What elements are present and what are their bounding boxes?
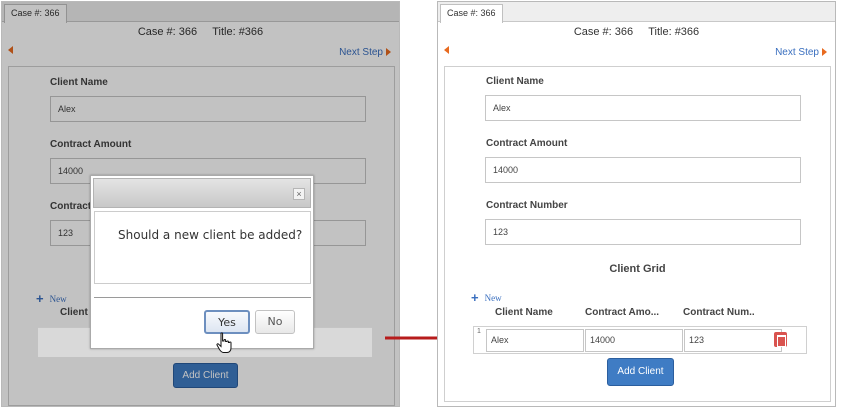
next-arrow-icon bbox=[822, 48, 827, 56]
confirm-dialog: × Should a new client be added? Yes No bbox=[90, 175, 314, 349]
client-name-input[interactable]: Alex bbox=[485, 95, 801, 121]
next-step-link[interactable]: Next Step bbox=[775, 47, 827, 58]
no-button[interactable]: No bbox=[255, 310, 295, 334]
case-title: Title: #366 bbox=[648, 26, 700, 38]
dialog-divider bbox=[94, 297, 311, 298]
yes-button[interactable]: Yes bbox=[204, 310, 250, 334]
client-name-label: Client Name bbox=[486, 76, 544, 87]
dialog-message: Should a new client be added? bbox=[94, 211, 311, 284]
case-number: Case #: 366 bbox=[573, 26, 634, 38]
delete-row-icon[interactable] bbox=[774, 332, 787, 347]
table-row[interactable]: 1 Alex 14000 123 bbox=[473, 326, 807, 354]
tab-case[interactable]: Case #: 366 bbox=[440, 4, 503, 23]
tab-bar: Case #: 366 bbox=[438, 2, 835, 23]
new-row-link[interactable]: + New bbox=[471, 290, 502, 305]
after-panel: Case #: 366 Case #: 366 Title: #366 Next… bbox=[437, 1, 836, 407]
row-number: 1 bbox=[477, 328, 481, 335]
previous-step-icon[interactable] bbox=[444, 46, 449, 54]
grid-column-contract-amount: Contract Amo... bbox=[585, 307, 660, 318]
contract-amount-label: Contract Amount bbox=[486, 138, 568, 149]
close-icon[interactable]: × bbox=[293, 188, 305, 200]
case-header: Case #: 366 Title: #366 bbox=[438, 26, 835, 38]
dialog-title-bar: × bbox=[93, 178, 311, 208]
contract-amount-input[interactable]: 14000 bbox=[485, 157, 801, 183]
next-step-label: Next Step bbox=[775, 47, 819, 58]
hand-cursor-icon bbox=[216, 332, 232, 353]
before-panel: Case #: 366 Case #: 366 Title: #366 Next… bbox=[1, 1, 400, 407]
cell-client-name[interactable]: Alex bbox=[486, 329, 584, 352]
grid-column-contract-number: Contract Num.. bbox=[683, 307, 755, 318]
cell-contract-amount[interactable]: 14000 bbox=[585, 329, 683, 352]
client-form: Client Name Alex Contract Amount 14000 C… bbox=[444, 66, 831, 402]
new-label: New bbox=[484, 293, 502, 303]
cell-contract-number[interactable]: 123 bbox=[684, 329, 782, 352]
contract-number-label: Contract Number bbox=[486, 200, 568, 211]
add-client-button[interactable]: Add Client bbox=[607, 358, 674, 386]
grid-column-client-name: Client Name bbox=[495, 307, 553, 318]
plus-icon: + bbox=[471, 290, 479, 305]
client-grid-title: Client Grid bbox=[609, 263, 666, 275]
contract-number-input[interactable]: 123 bbox=[485, 219, 801, 245]
